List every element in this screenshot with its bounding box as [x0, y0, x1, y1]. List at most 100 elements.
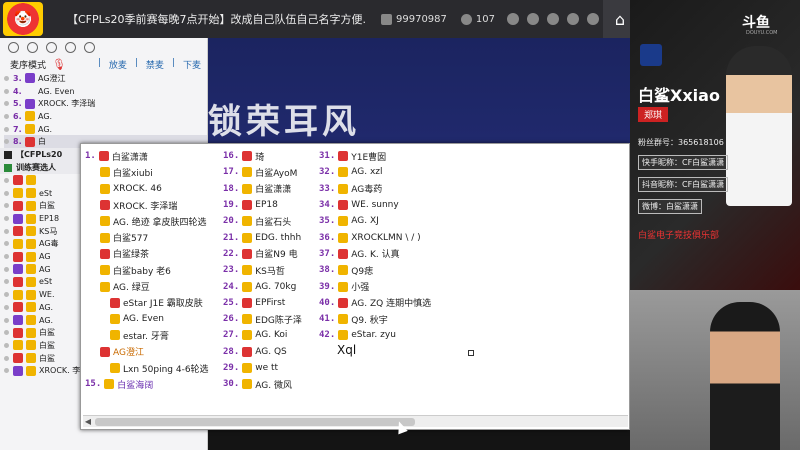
rank-badge-icon — [338, 330, 349, 341]
share-icon[interactable] — [547, 13, 559, 25]
rank-badge-icon — [338, 297, 349, 308]
queue-entry[interactable]: 21. EDG. thhh — [223, 229, 302, 245]
queue-entry[interactable]: 33. AG毒药 — [319, 181, 431, 197]
queue-entry[interactable]: 20. 白鲨石头 — [223, 213, 302, 229]
queue-entry[interactable]: 39. 小强 — [319, 278, 431, 294]
rank-badge-icon — [338, 281, 349, 292]
status-dot-icon — [4, 88, 9, 94]
queue-entry[interactable]: 31. Y1E曹囡 — [319, 148, 431, 164]
entry-number: 35. — [319, 216, 336, 227]
queue-entry[interactable]: 36. XROCKLMN \ / ) — [319, 229, 431, 245]
queue-entry[interactable]: 1. 白鲨潇潇 — [85, 148, 209, 164]
member-name: eSt — [39, 188, 53, 198]
status-dot-icon — [4, 254, 9, 260]
queue-entry[interactable]: 41. Q9. 秋宇 — [319, 311, 431, 327]
horizontal-scrollbar[interactable]: ◀ — [83, 415, 628, 427]
queue-row[interactable]: 4. AG. Even — [4, 85, 207, 98]
queue-entry[interactable]: XROCK. 李泽瑞 — [85, 197, 209, 213]
queue-entry[interactable]: 25. EPFirst — [223, 295, 302, 311]
queue-entry[interactable]: 42. eStar. zyu — [319, 327, 431, 343]
entry-name: AG. K. 认真 — [351, 250, 400, 261]
queue-entry[interactable]: 28. AG. QS — [223, 344, 302, 360]
entry-name: 白鲨xiubi — [113, 168, 153, 179]
queue-entry[interactable]: 38. Q9痣 — [319, 262, 431, 278]
selection-handle[interactable] — [468, 350, 474, 356]
queue-entry[interactable]: 35. AG. XJ — [319, 213, 431, 229]
entry-number: 38. — [319, 265, 336, 276]
queue-entry[interactable]: XROCK. 46 — [85, 181, 209, 197]
queue-entry[interactable]: 37. AG. K. 认真 — [319, 246, 431, 262]
entry-number: 30. — [223, 379, 240, 390]
status-dot-icon — [4, 317, 9, 323]
queue-entry[interactable]: 白鲨xiubi — [85, 164, 209, 180]
queue-entry[interactable]: 16. 琦 — [223, 148, 302, 164]
queue-entry[interactable]: AG. 绿豆 — [85, 278, 209, 294]
status-dot-icon — [4, 203, 9, 209]
queue-number: 6. — [13, 111, 22, 121]
status-dot-icon — [4, 266, 9, 272]
queue-row[interactable]: 5. XROCK. 李泽瑞 — [4, 97, 207, 110]
queue-entry[interactable]: 17. 白鲨AyoM — [223, 164, 302, 180]
rank-badge-icon — [242, 200, 253, 211]
entry-number: 34. — [319, 200, 336, 211]
scroll-left-icon[interactable]: ◀ — [83, 416, 93, 428]
vip-badge-icon — [26, 264, 36, 275]
queue-entry[interactable]: AG. Even — [85, 311, 209, 327]
queue-entry[interactable]: AG澄江 — [85, 344, 209, 360]
queue-entry[interactable]: 白鲨绿茶 — [85, 246, 209, 262]
queue-row[interactable]: 7. AG. — [4, 123, 207, 136]
mic-mode-select[interactable]: 麦序模式 — [10, 58, 46, 71]
plane-icon[interactable] — [527, 13, 539, 25]
queue-entry[interactable]: AG. 绝迹 拿皮肤四轮选 — [85, 213, 209, 229]
queue-entry[interactable]: 19. EP18 — [223, 197, 302, 213]
app-logo-icon[interactable]: 🤡 — [3, 2, 43, 36]
user-icon[interactable] — [8, 41, 19, 53]
queue-entry[interactable]: 29. we tt — [223, 360, 302, 376]
gear-icon[interactable] — [65, 41, 76, 53]
queue-entry[interactable]: 15. 白鲨海阔 — [85, 376, 209, 392]
status-dot-icon — [4, 126, 9, 132]
queue-entry[interactable]: Lxn 50ping 4-6轮选 — [85, 360, 209, 376]
ban-mic-link[interactable]: 禁麦 — [146, 58, 164, 71]
video-icon[interactable] — [587, 13, 599, 25]
queue-entry[interactable]: 34. WE. sunny — [319, 197, 431, 213]
location-icon[interactable] — [46, 41, 57, 53]
queue-entry[interactable]: estar. 牙膏 — [85, 327, 209, 343]
streamer-photo — [726, 46, 792, 206]
queue-entry[interactable]: 24. AG. 70kg — [223, 278, 302, 294]
queue-entry[interactable]: 23. KS马哲 — [223, 262, 302, 278]
member-name: XROCK. 李泽瑞 — [38, 99, 96, 109]
queue-entry[interactable]: 18. 白鲨潇潇 — [223, 181, 302, 197]
queue-row[interactable]: 3. AG澄江 — [4, 72, 207, 85]
entry-number: 28. — [223, 346, 240, 357]
room-title: 【CFPLs20季前赛每晚7点开始】改成自己队伍自己名字方便... — [67, 13, 367, 26]
member-name: 白鲨 — [39, 328, 55, 338]
chat-icon[interactable] — [27, 41, 38, 53]
rank-badge-icon — [242, 265, 253, 276]
entry-name: 白鲨N9 电 — [255, 250, 298, 261]
queue-entry[interactable]: 26. EDG陈子泽 — [223, 311, 302, 327]
member-name: AG. — [39, 315, 54, 325]
mic-muted-icon[interactable]: 🎙 — [52, 58, 66, 71]
clock-icon[interactable] — [84, 41, 95, 53]
queue-row[interactable]: 6. AG. — [4, 110, 207, 123]
off-mic-link[interactable]: 下麦 — [183, 58, 201, 71]
queue-entry[interactable]: 22. 白鲨N9 电 — [223, 246, 302, 262]
streamer-card: 斗鱼 DOUYU.COM 白鲨Xxiao 郑琪 粉丝群号：365618106 快… — [630, 0, 800, 290]
queue-entry[interactable]: 白鲨577 — [85, 229, 209, 245]
entry-name: Q9. 秋宇 — [351, 315, 388, 326]
webcam-feed[interactable] — [630, 290, 800, 450]
queue-entry[interactable]: 27. AG. Koi — [223, 327, 302, 343]
release-mic-link[interactable]: 放麦 — [109, 58, 127, 71]
info-icon[interactable] — [567, 13, 579, 25]
queue-entry[interactable]: 白鲨baby 老6 — [85, 262, 209, 278]
member-name: AG — [39, 264, 51, 274]
queue-entry[interactable]: 30. AG. 微风 — [223, 376, 302, 392]
rank-badge-icon — [13, 213, 23, 224]
queue-entry[interactable]: 40. AG. ZQ 连期中慎选 — [319, 295, 431, 311]
star-icon[interactable] — [507, 13, 519, 25]
queue-entry[interactable]: eStar J1E 霸取皮肤 — [85, 295, 209, 311]
scrollbar-thumb[interactable] — [95, 418, 415, 426]
queue-entry[interactable]: 32. AG. xzl — [319, 164, 431, 180]
member-name: AG. — [39, 302, 54, 312]
